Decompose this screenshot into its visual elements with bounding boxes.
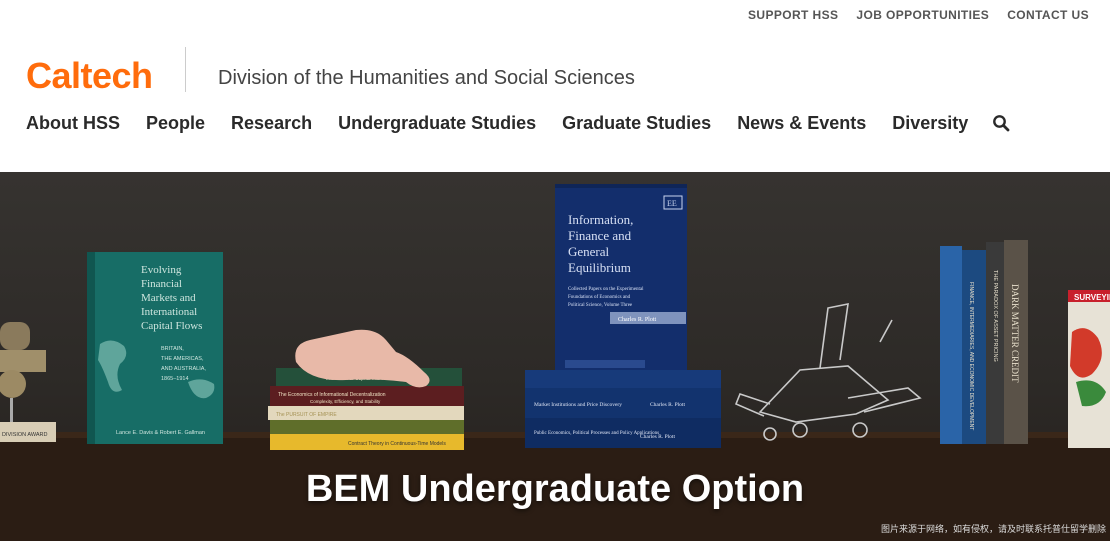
book2-sub-1: Collected Papers on the Experimental — [568, 287, 644, 292]
book-surveying-title: SURVEYING — [1074, 293, 1110, 302]
book2-title-4: Equilibrium — [568, 260, 631, 275]
book1-authors: Lance E. Davis & Robert E. Gallman — [116, 430, 205, 436]
stack-right-1-title: Market Institutions and Price Discovery — [534, 402, 622, 408]
book-spines-right: DARK MATTER CREDIT THE PARADOX OF ASSET … — [940, 240, 1028, 444]
support-hss-link[interactable]: SUPPORT HSS — [739, 7, 847, 23]
division-name[interactable]: Division of the Humanities and Social Sc… — [218, 66, 635, 90]
stack-left-5: Contract Theory in Continuous-Time Model… — [348, 441, 446, 447]
book1-title-5: Capital Flows — [141, 320, 202, 332]
book2-title-2: Finance and — [568, 228, 632, 243]
nav-item-people[interactable]: People — [146, 112, 205, 134]
book-evolving-financial-markets: Evolving Financial Markets and Internati… — [87, 252, 223, 444]
award-plaque: DIVISION AWARD — [0, 322, 56, 442]
book2-sub-2: Foundations of Economics and — [568, 295, 631, 300]
nav-item-about-hss[interactable]: About HSS — [26, 112, 120, 134]
hero-title: BEM Undergraduate Option — [305, 468, 805, 510]
spine-paradox-asset-pricing: THE PARADOX OF ASSET PRICING — [992, 270, 998, 362]
book1-sub-3: AND AUSTRALIA, — [161, 366, 206, 372]
book-information-finance: EE Information, Finance and General Equi… — [555, 184, 687, 384]
stack-left-3: Complexity, Efficiency, and Stability — [310, 399, 381, 404]
stack-left-4: The PURSUIT OF EMPIRE — [276, 412, 337, 418]
stack-right-2-author: Charles R. Plott — [640, 434, 675, 440]
book2-title-1: Information, — [568, 212, 633, 227]
nav-item-news-events[interactable]: News & Events — [737, 112, 866, 134]
search-icon — [993, 115, 1010, 132]
nav-item-graduate-studies[interactable]: Graduate Studies — [562, 112, 711, 134]
book1-title-1: Evolving — [141, 264, 182, 276]
search-button[interactable] — [993, 114, 1010, 132]
book2-sub-3: Political Science, Volume Three — [568, 303, 633, 308]
book-surveying: SURVEYING — [1068, 290, 1110, 448]
stack-right-1-author: Charles R. Plott — [650, 402, 685, 408]
plaque-text: DIVISION AWARD — [2, 432, 47, 438]
book1-sub-4: 1865–1914 — [161, 376, 189, 382]
hero-banner: DIVISION AWARD Evolving Financial Market… — [0, 172, 1110, 541]
wire-airplane-sculpture — [734, 302, 922, 441]
nav-item-research[interactable]: Research — [231, 112, 312, 134]
nav-item-diversity[interactable]: Diversity — [892, 112, 968, 134]
book1-title-4: International — [141, 306, 197, 318]
book-stack-left: International Capital Markets The Econom… — [268, 329, 464, 450]
book2-title-3: General — [568, 244, 610, 259]
book1-title-2: Financial — [141, 278, 182, 290]
book2-badge: EE — [667, 199, 677, 208]
logo-divider — [185, 47, 186, 92]
book1-title-3: Markets and — [141, 292, 196, 304]
book-stack-right: Market Institutions and Price Discovery … — [525, 370, 721, 448]
job-opportunities-link[interactable]: JOB OPPORTUNITIES — [847, 7, 998, 23]
stack-left-2: The Economics of Informational Decentral… — [278, 392, 386, 398]
watermark: 图片来源于网络，如有侵权，请及时联系托普仕留学删除 — [880, 524, 1106, 534]
book1-sub-2: THE AMERICAS, — [161, 356, 204, 362]
spine-finance-intermediaries: FINANCE, INTERMEDIARIES, AND ECONOMIC DE… — [968, 282, 974, 430]
caltech-logo[interactable]: Caltech — [26, 56, 153, 96]
book1-sub-1: BRITAIN, — [161, 346, 184, 352]
page: SUPPORT HSS JOB OPPORTUNITIES CONTACT US… — [0, 0, 1110, 541]
spine-dark-matter-credit: DARK MATTER CREDIT — [1010, 284, 1020, 383]
nav-item-undergraduate-studies[interactable]: Undergraduate Studies — [338, 112, 536, 134]
book2-author: Charles R. Plott — [618, 317, 657, 323]
main-nav: About HSS People Research Undergraduate … — [26, 112, 1010, 134]
utility-nav: SUPPORT HSS JOB OPPORTUNITIES CONTACT US — [739, 7, 1098, 23]
contact-us-link[interactable]: CONTACT US — [998, 7, 1098, 23]
